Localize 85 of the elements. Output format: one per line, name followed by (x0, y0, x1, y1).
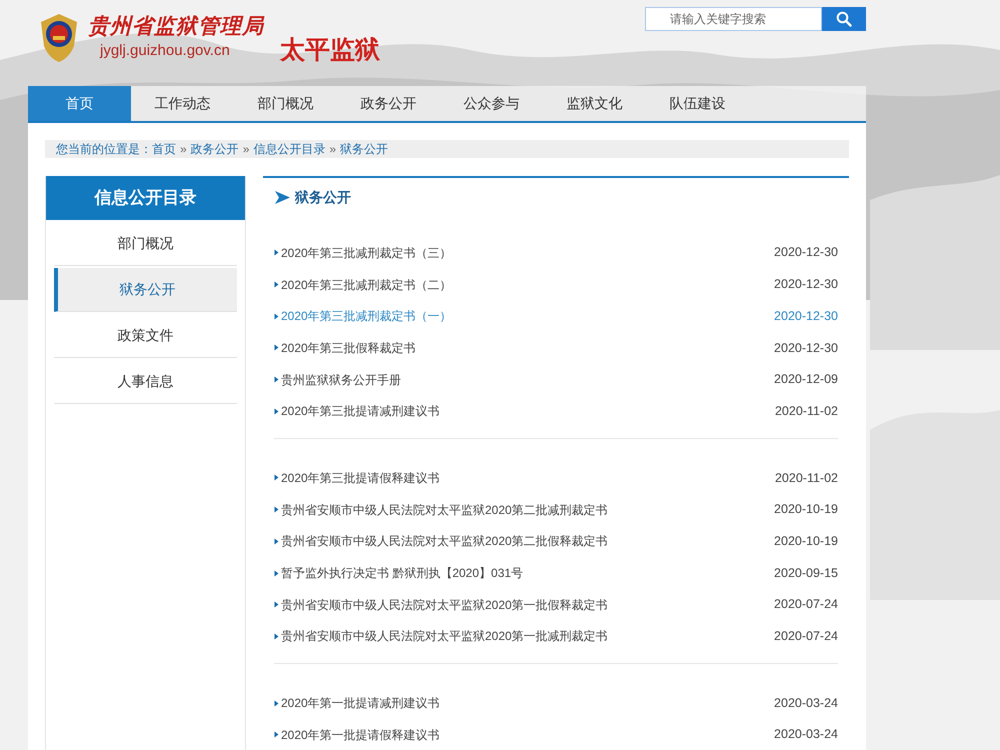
article-title: 2020年第一批提请减刑建议书 (281, 695, 440, 712)
search-button[interactable] (822, 7, 866, 31)
chevron-icon (274, 408, 279, 415)
article-date: 2020-07-24 (774, 596, 838, 614)
sidebar-title: 信息公开目录 (46, 176, 245, 220)
article-date: 2020-03-24 (774, 694, 838, 712)
article-title: 2020年第三批减刑裁定书（一） (281, 308, 452, 326)
article-date: 2020-12-30 (774, 340, 838, 357)
article-row[interactable]: 贵州省安顺市中级人民法院对太平监狱2020第二批减刑裁定书 2020-10-19 (274, 494, 838, 526)
site-title: 太平监狱 (280, 35, 380, 66)
article-title: 2020年第三批假释裁定书 (281, 340, 416, 357)
article-row[interactable]: 2020年第一批提请减刑建议书 2020-03-24 (274, 687, 838, 719)
article-title: 贵州省安顺市中级人民法院对太平监狱2020第二批减刑裁定书 (281, 502, 608, 519)
sidebar-item[interactable]: 部门概况 (54, 222, 237, 266)
chevron-icon (274, 249, 279, 256)
chevron-icon (274, 601, 279, 608)
article-row[interactable]: 贵州省安顺市中级人民法院对太平监狱2020第二批假释裁定书 2020-10-19 (274, 526, 838, 558)
article-title: 2020年第三批减刑裁定书（二） (281, 276, 452, 294)
article-date: 2020-07-24 (774, 628, 838, 646)
article-title: 暂予监外执行决定书 黔狱刑执【2020】031号 (281, 565, 524, 582)
chevron-icon (274, 312, 279, 320)
article-title: 2020年第三批减刑裁定书（三） (281, 244, 452, 262)
site-url: jyglj.guizhou.gov.cn (100, 41, 231, 61)
article-date: 2020-09-15 (774, 564, 838, 582)
article-row[interactable]: 2020年第三批假释裁定书 2020-12-30 (274, 332, 838, 364)
breadcrumb-link[interactable]: 首页 (152, 140, 176, 158)
article-row[interactable]: 2020年第三批提请减刑建议书 2020-11-02 (274, 395, 838, 428)
breadcrumb-separator: » (180, 141, 187, 158)
article-date: 2020-10-19 (774, 532, 838, 550)
nav-tab[interactable]: 工作动态 (131, 86, 234, 121)
breadcrumb-link[interactable]: 信息公开目录 (253, 140, 326, 158)
sidebar-item[interactable]: 政策文件 (54, 314, 237, 358)
article-title: 贵州监狱狱务公开手册 (281, 372, 401, 389)
nav-tab[interactable]: 公众参与 (440, 86, 543, 121)
article-row[interactable]: 2020年第三批减刑裁定书（一） 2020-12-30 (274, 300, 838, 332)
search-icon (836, 11, 852, 27)
nav-tab[interactable]: 首页 (28, 86, 131, 121)
article-row[interactable]: 贵州省安顺市中级人民法院对太平监狱2020第一批假释裁定书 2020-07-24 (274, 588, 838, 621)
article-title: 2020年第三批提请减刑建议书 (281, 403, 440, 420)
nav-tab[interactable]: 部门概况 (234, 86, 337, 121)
breadcrumb-separator: » (329, 141, 336, 158)
chevron-icon (274, 506, 279, 514)
chevron-icon (274, 570, 279, 577)
nav-tab[interactable]: 政务公开 (337, 86, 440, 121)
sidebar-item[interactable]: 人事信息 (54, 360, 237, 404)
nav-tab[interactable]: 监狱文化 (543, 86, 646, 121)
article-date: 2020-12-30 (774, 244, 838, 262)
article-date: 2020-11-02 (774, 470, 838, 487)
chevron-icon (274, 376, 279, 384)
breadcrumb-link[interactable]: 狱务公开 (340, 140, 388, 158)
article-date: 2020-12-30 (774, 276, 838, 294)
article-title: 2020年第三批提请假释建议书 (281, 470, 440, 487)
chevron-icon (274, 700, 279, 707)
article-date: 2020-10-19 (774, 501, 838, 518)
article-title: 贵州省安顺市中级人民法院对太平监狱2020第二批假释裁定书 (281, 533, 608, 550)
article-title: 贵州省安顺市中级人民法院对太平监狱2020第一批减刑裁定书 (281, 628, 608, 646)
nav-tab[interactable]: 队伍建设 (646, 86, 749, 121)
search-field[interactable]: 请输入关键字搜索 (645, 7, 822, 31)
breadcrumb-link[interactable]: 政务公开 (190, 140, 239, 158)
article-row[interactable]: 2020年第三批减刑裁定书（三） 2020-12-30 (274, 237, 838, 269)
article-row[interactable]: 暂予监外执行决定书 黔狱刑执【2020】031号 2020-09-15 (274, 557, 838, 589)
article-date: 2020-03-24 (774, 726, 838, 744)
article-date: 2020-12-30 (774, 308, 838, 325)
chevron-icon (274, 632, 279, 640)
chevron-icon (274, 344, 279, 352)
section-title: 狱务公开 (295, 188, 351, 206)
chevron-icon (274, 731, 279, 738)
arrow-icon (275, 190, 290, 204)
article-title: 2020年第一批提请假释建议书 (281, 726, 440, 744)
agency-name: 贵州省监狱管理局 (88, 12, 264, 40)
article-row[interactable]: 2020年第一批提请假释建议书 2020-03-24 (274, 718, 838, 750)
article-title: 贵州省安顺市中级人民法院对太平监狱2020第一批假释裁定书 (281, 596, 608, 614)
sidebar-item[interactable]: 狱务公开 (54, 268, 237, 312)
chevron-icon (274, 281, 279, 288)
chevron-icon (274, 474, 279, 482)
breadcrumb-label: 您当前的位置是： (56, 141, 152, 158)
breadcrumb-separator: » (242, 141, 250, 158)
article-row[interactable]: 贵州监狱狱务公开手册 2020-12-09 (274, 364, 838, 396)
article-date: 2020-11-02 (774, 402, 838, 420)
emblem-icon (38, 12, 80, 64)
chevron-icon (274, 538, 279, 545)
article-row[interactable]: 2020年第三批提请假释建议书 2020-11-02 (274, 462, 838, 494)
article-date: 2020-12-09 (774, 371, 838, 388)
article-row[interactable]: 贵州省安顺市中级人民法院对太平监狱2020第一批减刑裁定书 2020-07-24 (274, 620, 838, 652)
article-row[interactable]: 2020年第三批减刑裁定书（二） 2020-12-30 (274, 268, 838, 300)
